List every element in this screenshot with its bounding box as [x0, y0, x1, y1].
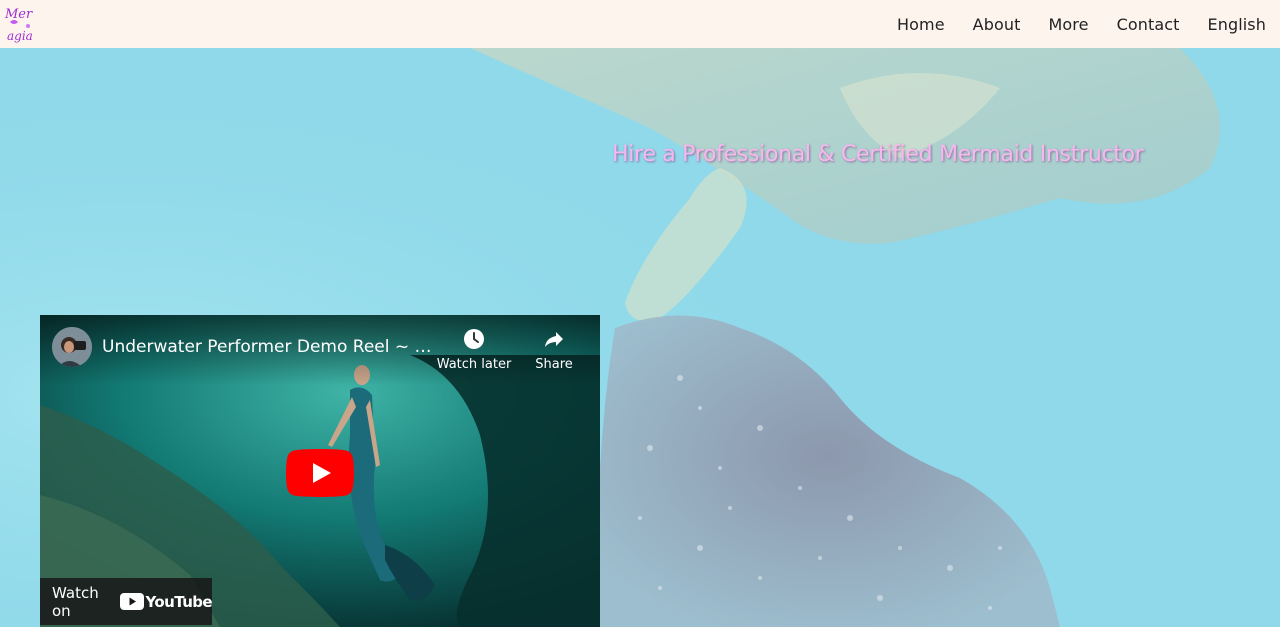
watch-on-youtube[interactable]: Watch on YouTube: [40, 578, 213, 625]
nav-home[interactable]: Home: [897, 15, 945, 34]
channel-avatar[interactable]: [52, 327, 92, 367]
share-label: Share: [535, 357, 573, 372]
play-button[interactable]: [286, 449, 354, 497]
clock-icon: [464, 329, 484, 349]
play-icon: [286, 449, 354, 497]
logo-icon: Mer agia: [4, 7, 33, 43]
nav-about[interactable]: About: [973, 15, 1021, 34]
avatar-image: [52, 327, 92, 367]
nav-menu: Home About More Contact English: [869, 0, 1266, 48]
youtube-logo: YouTube: [119, 592, 213, 611]
navbar: Mer agia Home About More Contact English: [0, 0, 1280, 48]
share-arrow-icon: [545, 332, 563, 347]
youtube-embed[interactable]: Underwater Performer Demo Reel ~ Su... W…: [40, 315, 600, 627]
watch-on-label: Watch on: [52, 583, 99, 620]
nav-contact[interactable]: Contact: [1117, 15, 1180, 34]
hero-title: Hire a Professional & Certified Mermaid …: [612, 142, 1144, 167]
svg-text:agia: agia: [7, 29, 33, 43]
youtube-wordmark: YouTube: [145, 592, 213, 611]
watch-later-button[interactable]: Watch later: [434, 327, 514, 372]
share-button[interactable]: Share: [514, 327, 594, 372]
svg-text:Mer: Mer: [4, 7, 33, 22]
youtube-logo-icon: [119, 593, 144, 610]
watch-later-label: Watch later: [436, 357, 512, 372]
nav-more[interactable]: More: [1048, 15, 1088, 34]
site-logo[interactable]: Mer agia: [4, 2, 34, 46]
video-title[interactable]: Underwater Performer Demo Reel ~ Su...: [102, 337, 432, 357]
nav-language[interactable]: English: [1208, 15, 1266, 34]
